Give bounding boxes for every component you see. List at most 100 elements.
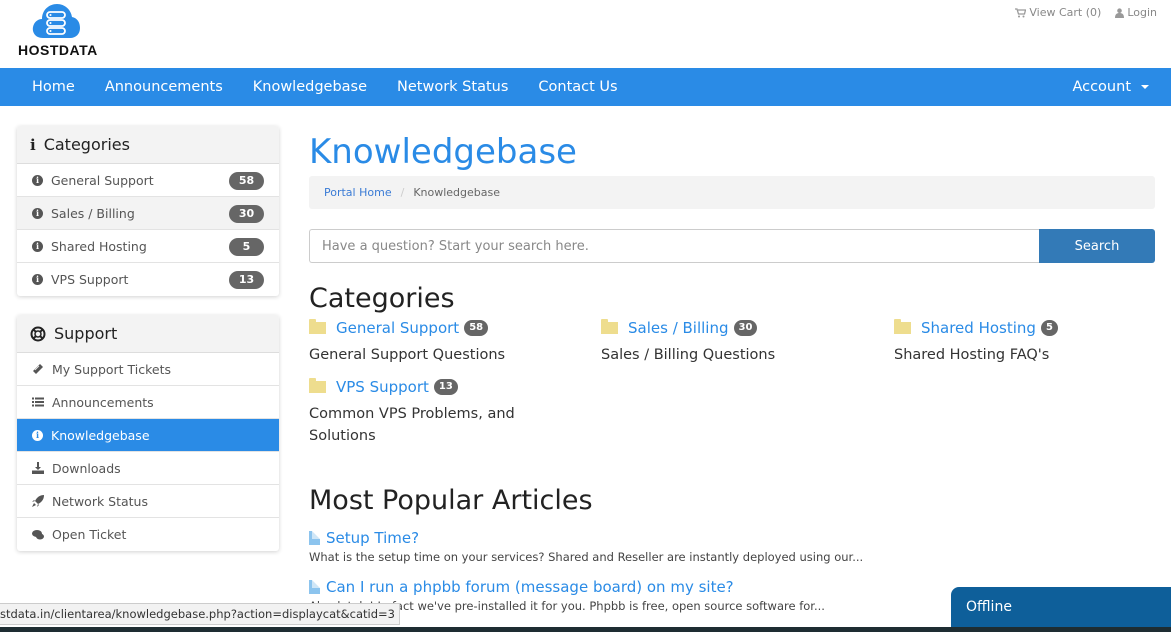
file-icon	[309, 580, 320, 594]
ticket-icon	[33, 364, 43, 374]
account-dropdown[interactable]: Account	[1072, 68, 1149, 106]
category-link-sales-billing[interactable]: Sales / Billing 30	[601, 317, 861, 339]
comments-icon	[32, 529, 44, 539]
category-description: Shared Hosting FAQ's	[894, 347, 1050, 363]
user-icon	[1115, 7, 1125, 18]
folder-icon	[894, 319, 911, 334]
article-title: Setup Time?	[326, 529, 420, 547]
menu-label: My Support Tickets	[52, 361, 172, 377]
category-label: Sales / Billing	[51, 205, 135, 221]
nav-knowledgebase[interactable]: Knowledgebase	[253, 79, 367, 95]
menu-label: Downloads	[52, 460, 121, 476]
category-name: General Support	[336, 319, 460, 337]
menu-label: Announcements	[52, 394, 154, 410]
nav-home[interactable]: Home	[32, 79, 75, 95]
category-card: VPS Support 13 Common VPS Problems, and …	[309, 376, 549, 447]
article-item: Setup Time? What is the setup time on yo…	[309, 529, 863, 564]
count-badge: 13	[433, 379, 458, 395]
sidebar-category-general-support[interactable]: i General Support 58	[17, 164, 279, 197]
category-link-vps-support[interactable]: VPS Support 13	[309, 376, 549, 398]
live-chat-widget[interactable]: Offline	[951, 587, 1171, 627]
count-badge: 58	[229, 172, 264, 190]
category-link-shared-hosting[interactable]: Shared Hosting 5	[894, 317, 1154, 339]
categories-heading: Categories	[309, 283, 455, 314]
sidebar-announcements[interactable]: Announcements	[17, 386, 279, 419]
menu-label: Knowledgebase	[51, 427, 150, 443]
category-label: General Support	[51, 172, 154, 188]
menu-label: Open Ticket	[52, 527, 127, 542]
main-content: Knowledgebase Portal Home / Knowledgebas…	[309, 125, 1155, 613]
categories-grid: General Support 58 General Support Quest…	[309, 317, 1155, 477]
sidebar-category-shared-hosting[interactable]: i Shared Hosting 5	[17, 230, 279, 263]
breadcrumb-portal-home[interactable]: Portal Home	[324, 186, 392, 199]
breadcrumb-current: Knowledgebase	[413, 186, 501, 199]
login-label: Login	[1127, 6, 1157, 19]
info-circle-icon: i	[32, 207, 43, 219]
search-button[interactable]: Search	[1039, 229, 1155, 263]
info-icon: i	[30, 135, 36, 154]
article-link-setup-time[interactable]: Setup Time?	[309, 529, 863, 547]
page-title: Knowledgebase	[309, 132, 577, 172]
download-icon	[32, 462, 44, 474]
sidebar-my-support-tickets[interactable]: My Support Tickets	[17, 353, 279, 386]
sidebar-open-ticket[interactable]: Open Ticket	[17, 518, 279, 551]
category-name: VPS Support	[336, 378, 429, 396]
os-taskbar	[0, 627, 1171, 632]
count-badge: 30	[733, 320, 758, 336]
category-name: Sales / Billing	[628, 319, 729, 337]
breadcrumb: Portal Home / Knowledgebase	[309, 176, 1155, 209]
category-label: VPS Support	[51, 272, 129, 287]
nav-network-status[interactable]: Network Status	[397, 79, 508, 95]
sidebar-category-vps-support[interactable]: i VPS Support 13	[17, 263, 279, 296]
info-circle-icon: i	[32, 240, 43, 252]
count-badge: 58	[464, 320, 489, 336]
count-badge: 5	[229, 238, 264, 256]
brand-logo[interactable]: HOSTDATA	[18, 2, 108, 62]
article-excerpt: What is the setup time on your services?…	[309, 550, 864, 564]
folder-icon	[601, 319, 618, 334]
info-circle-icon: i	[32, 429, 43, 441]
categories-panel-title: Categories	[43, 135, 130, 154]
category-card: General Support 58 General Support Quest…	[309, 317, 569, 366]
account-label: Account	[1072, 79, 1131, 95]
info-circle-icon: i	[32, 174, 43, 186]
nav-announcements[interactable]: Announcements	[105, 79, 223, 95]
category-card: Shared Hosting 5 Shared Hosting FAQ's	[894, 317, 1154, 366]
chat-status-label: Offline	[966, 599, 1012, 615]
cart-icon	[1015, 7, 1027, 17]
kb-search-input[interactable]	[309, 229, 1039, 263]
categories-panel-header: i Categories	[17, 126, 279, 164]
support-panel-header: Support	[17, 315, 279, 353]
cloud-server-icon	[32, 4, 80, 38]
category-card: Sales / Billing 30 Sales / Billing Quest…	[601, 317, 861, 366]
category-name: Shared Hosting	[921, 319, 1036, 337]
view-cart-link[interactable]: View Cart (0)	[1015, 6, 1101, 19]
view-cart-label: View Cart (0)	[1029, 6, 1102, 19]
categories-panel: i Categories i General Support 58 i Sale…	[17, 126, 279, 296]
login-link[interactable]: Login	[1115, 6, 1157, 19]
sidebar-knowledgebase[interactable]: i Knowledgebase	[17, 419, 279, 452]
sidebar-downloads[interactable]: Downloads	[17, 452, 279, 485]
article-link-phpbb-forum[interactable]: Can I run a phpbb forum (message board) …	[309, 578, 825, 596]
kb-search-form: Search	[309, 229, 1155, 263]
life-ring-icon	[30, 326, 46, 341]
category-label: Shared Hosting	[51, 238, 147, 254]
main-navbar: Home Announcements Knowledgebase Network…	[0, 68, 1171, 106]
count-badge: 30	[229, 205, 264, 223]
caret-down-icon	[1141, 85, 1149, 89]
sidebar-category-sales-billing[interactable]: i Sales / Billing 30	[17, 197, 279, 230]
nav-contact-us[interactable]: Contact Us	[538, 79, 617, 95]
category-link-general-support[interactable]: General Support 58	[309, 317, 569, 339]
sidebar-network-status[interactable]: Network Status	[17, 485, 279, 518]
count-badge: 13	[229, 271, 264, 289]
folder-icon	[309, 319, 326, 334]
list-icon	[32, 397, 44, 407]
popular-articles-heading: Most Popular Articles	[309, 485, 593, 516]
folder-icon	[309, 378, 326, 393]
count-badge: 5	[1040, 320, 1058, 336]
rocket-icon	[32, 495, 44, 507]
category-description: Sales / Billing Questions	[601, 347, 776, 363]
support-panel: Support My Support Tickets Announcements…	[17, 315, 279, 551]
support-panel-title: Support	[54, 324, 118, 343]
file-icon	[309, 531, 320, 545]
